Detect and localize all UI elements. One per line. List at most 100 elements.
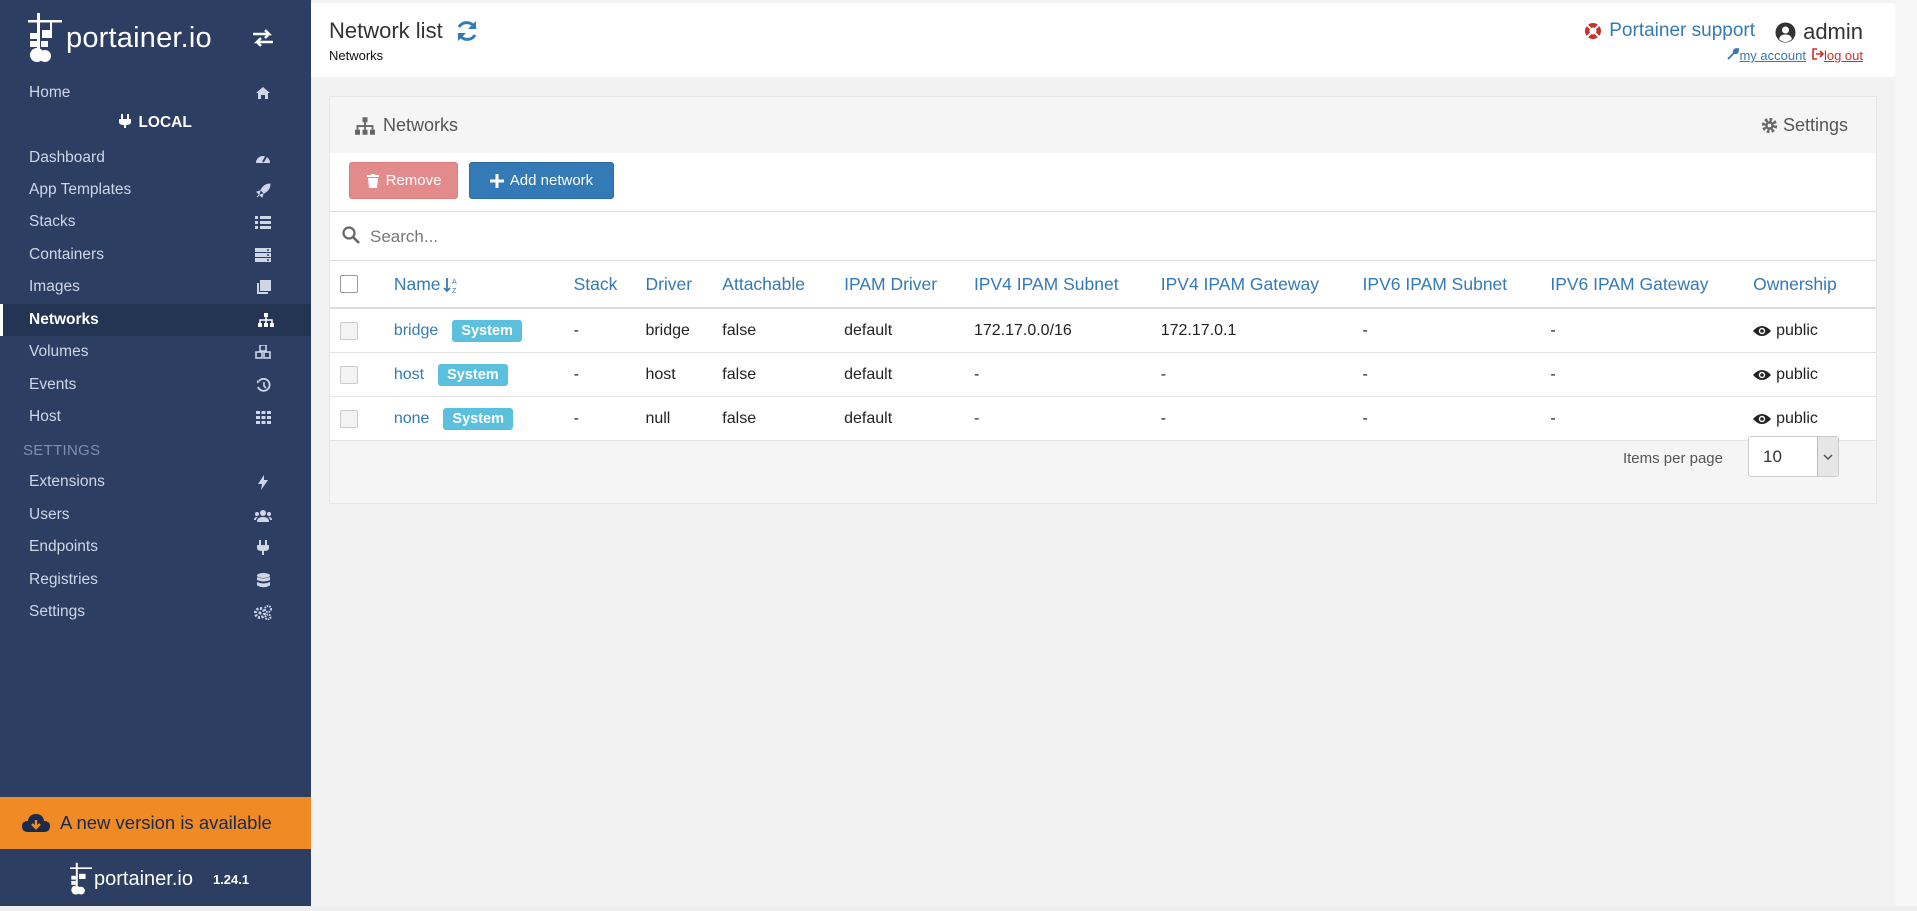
settings-label: Settings xyxy=(1782,115,1848,135)
wrench-icon xyxy=(1727,47,1740,60)
home-icon xyxy=(254,84,272,102)
user-circle-icon xyxy=(1775,22,1796,42)
horizontal-scrollbar[interactable] xyxy=(0,906,1917,911)
column-header-ipv4-gateway[interactable]: IPV4 IPAM Gateway xyxy=(1160,261,1363,309)
column-header-ipv6-gateway[interactable]: IPV6 IPAM Gateway xyxy=(1550,261,1754,309)
row-checkbox[interactable] xyxy=(340,365,358,384)
account-links: my account log out xyxy=(1727,47,1863,63)
ipv4-subnet-cell: 172.17.0.0/16 xyxy=(973,308,1161,353)
add-network-label: Add network xyxy=(509,172,594,189)
sidebar-item-registries[interactable]: Registries xyxy=(0,564,311,596)
sidebar-item-app-templates[interactable]: App Templates xyxy=(0,174,311,206)
sitemap-icon xyxy=(355,116,375,135)
trash-icon xyxy=(366,173,379,188)
sidebar-item-label: Registries xyxy=(29,571,98,588)
select-all-checkbox[interactable] xyxy=(340,275,358,293)
users-icon xyxy=(254,506,272,524)
user-menu: admin xyxy=(1775,19,1863,45)
plug-icon xyxy=(254,538,272,556)
search-input[interactable] xyxy=(368,221,1272,253)
panel-header: Networks Settings xyxy=(330,97,1876,154)
settings-section-title: SETTINGS xyxy=(23,442,101,459)
clone-icon xyxy=(254,278,272,296)
row-checkbox[interactable] xyxy=(340,321,358,340)
sidebar-item-containers[interactable]: Containers xyxy=(0,239,311,271)
attachable-cell: false xyxy=(722,352,845,397)
column-header-attachable[interactable]: Attachable xyxy=(722,261,845,309)
footer-logo: portainer.io 1.24.1 xyxy=(70,862,249,896)
sidebar-item-images[interactable]: Images xyxy=(0,271,311,303)
sidebar-item-host[interactable]: Host xyxy=(0,401,311,433)
sign-out-icon xyxy=(1812,48,1825,60)
sidebar-item-networks[interactable]: Networks xyxy=(0,304,311,336)
column-header-name[interactable]: Name A Z xyxy=(393,261,574,309)
column-header-ownership[interactable]: Ownership xyxy=(1753,261,1876,309)
crane-logo-icon xyxy=(28,13,62,62)
search-bar xyxy=(330,212,1876,261)
sidebar-item-events[interactable]: Events xyxy=(0,369,311,401)
networks-panel: Networks Settings Remove Add network Sea… xyxy=(329,96,1877,504)
portainer-support-link[interactable]: Portainer support xyxy=(1584,20,1755,42)
log-out-label: log out xyxy=(1823,48,1863,63)
log-out-link[interactable]: log out xyxy=(1812,48,1863,63)
row-checkbox[interactable] xyxy=(340,409,358,428)
column-header-driver[interactable]: Driver xyxy=(645,261,723,309)
sidebar-item-dashboard[interactable]: Dashboard xyxy=(0,142,311,174)
bolt-icon xyxy=(254,473,272,491)
system-badge: System xyxy=(438,363,508,386)
exchange-icon[interactable] xyxy=(251,28,275,48)
my-account-label: my account xyxy=(1739,48,1806,63)
ipam-driver-cell: default xyxy=(844,352,974,397)
column-header-stack[interactable]: Stack xyxy=(573,261,646,309)
network-name-link[interactable]: bridge xyxy=(394,322,438,339)
items-per-page-select[interactable]: 10 xyxy=(1748,436,1839,477)
remove-button[interactable]: Remove xyxy=(349,162,458,199)
vertical-scrollbar[interactable] xyxy=(1895,0,1917,906)
sidebar-item-extensions[interactable]: Extensions xyxy=(0,466,311,498)
network-name-link[interactable]: none xyxy=(394,410,430,427)
sidebar-item-volumes[interactable]: Volumes xyxy=(0,336,311,368)
cogs-icon xyxy=(254,603,272,621)
system-badge: System xyxy=(452,319,522,342)
my-account-link[interactable]: my account xyxy=(1727,47,1806,63)
sitemap-icon xyxy=(257,311,275,329)
items-per-page-value: 10 xyxy=(1763,447,1782,466)
add-network-button[interactable]: Add network xyxy=(469,162,614,199)
sidebar-item-label: Host xyxy=(29,408,61,425)
search-icon xyxy=(342,226,360,244)
column-header-ipv6-subnet[interactable]: IPV6 IPAM Subnet xyxy=(1362,261,1551,309)
version-label: 1.24.1 xyxy=(212,871,250,887)
portainer-logo[interactable]: portainer.io xyxy=(28,10,212,66)
brand-name: portainer.io xyxy=(66,21,212,54)
column-header-ipv4-subnet[interactable]: IPV4 IPAM Subnet xyxy=(973,261,1161,309)
update-banner[interactable]: A new version is available xyxy=(0,797,311,849)
sidebar: portainer.io Home LOCAL Dashboard App Te… xyxy=(0,0,311,906)
panel-title-text: Networks xyxy=(383,115,459,135)
cubes-icon xyxy=(254,343,272,361)
page-title: Network list xyxy=(329,18,479,44)
ownership-cell: public xyxy=(1753,410,1876,428)
sidebar-item-label: Networks xyxy=(29,311,99,328)
update-banner-text: A new version is available xyxy=(60,812,272,833)
breadcrumb: Networks xyxy=(329,48,384,63)
sidebar-item-home[interactable]: Home xyxy=(0,77,311,109)
page-header: Network list Networks Portainer support … xyxy=(311,0,1895,77)
th-icon xyxy=(254,408,272,426)
sidebar-item-stacks[interactable]: Stacks xyxy=(0,206,311,238)
table-header-row: Name A Z Stack Driver Attachable IPAM Driv… xyxy=(330,261,1876,309)
refresh-icon[interactable] xyxy=(455,19,479,43)
sidebar-item-users[interactable]: Users xyxy=(0,499,311,531)
eye-icon xyxy=(1753,325,1772,336)
stack-cell: - xyxy=(573,308,646,353)
ownership-cell: public xyxy=(1753,322,1876,340)
ownership-cell: public xyxy=(1753,366,1876,384)
ipv6-subnet-cell: - xyxy=(1362,352,1551,397)
sidebar-header: portainer.io xyxy=(0,0,311,80)
sidebar-item-label: Extensions xyxy=(29,473,105,490)
network-name-link[interactable]: host xyxy=(394,366,424,383)
sidebar-item-endpoints[interactable]: Endpoints xyxy=(0,531,311,563)
sidebar-item-settings[interactable]: Settings xyxy=(0,596,311,628)
table-settings-button[interactable]: Settings xyxy=(1761,115,1848,136)
driver-cell: bridge xyxy=(645,308,723,353)
column-header-ipam-driver[interactable]: IPAM Driver xyxy=(844,261,974,309)
